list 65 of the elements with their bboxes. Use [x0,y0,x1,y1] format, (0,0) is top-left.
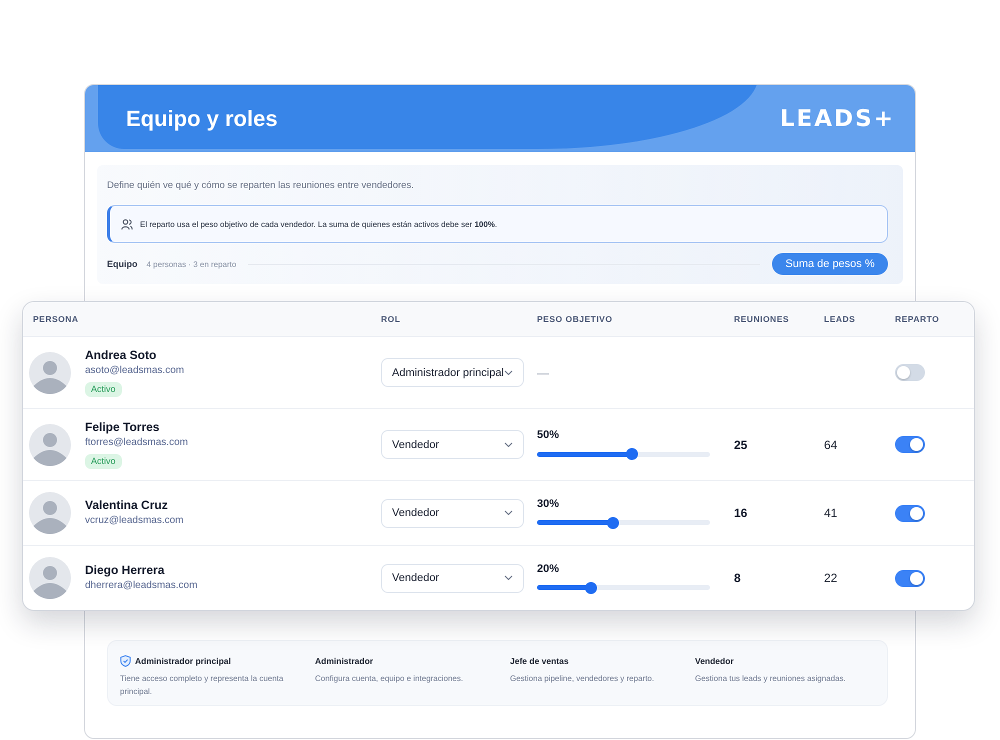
column-header: LEADS [824,314,856,324]
sum-weights-button[interactable]: Suma de pesos % [772,253,888,275]
person-email: dherrera@leadsmas.com [85,579,198,593]
avatar-icon [29,492,71,534]
slider-thumb[interactable] [607,516,620,528]
toggle-switch[interactable] [895,504,925,522]
column-header: ROL [381,314,400,324]
meetings-count: 25 [734,438,748,452]
toggle-switch[interactable] [895,436,925,453]
person-email: ftorres@leadsmas.com [85,436,188,450]
column-header: PESO OBJETIVO [537,314,612,324]
people-icon [121,218,133,230]
role-select[interactable]: Administrador principal [381,358,524,387]
role-title: Jefe de ventas [510,656,569,666]
column-header: PERSONA [33,314,79,324]
role-title: Vendedor [695,656,734,666]
leads-count: 64 [824,438,838,452]
slider-thumb[interactable] [584,582,597,594]
toggle-switch[interactable] [895,570,925,586]
role-title: Administrador principal [135,656,231,666]
person-name: Valentina Cruz [85,498,168,513]
team-label: Equipo [107,259,138,269]
column-header: REPARTO [895,314,940,324]
team-summary: 4 personas · 3 en reparto [146,260,236,268]
chevron-icon [504,510,513,516]
weight-slider[interactable] [537,448,710,460]
status-badge: Activo [85,454,122,469]
notice-text: El reparto usa el peso objetivo de cada vendedor. La suma de quienes están activos debe ser 100%. [140,220,498,228]
status-badge: Activo [85,382,122,397]
person-name: Diego Herrera [85,563,164,578]
weight-value: 20% [537,562,560,576]
description-text: Define quién ve qué y cómo se reparten las reuniones entre vendedores. [107,179,415,193]
weight-slider[interactable] [537,582,710,594]
avatar-icon [29,424,71,466]
person-email: vcruz@leadsmas.com [85,514,184,528]
role-select[interactable]: Vendedor [381,430,524,459]
weight-value: 30% [537,498,560,510]
chevron-icon [504,575,513,581]
weight-dash: — [537,366,549,380]
brand-logo: LEADS+ [780,106,895,132]
toggle-switch[interactable] [895,364,925,381]
meetings-count: 16 [734,506,748,520]
person-email: asoto@leadsmas.com [85,364,184,378]
leads-count: 22 [824,571,838,585]
leads-count: 41 [824,506,838,520]
column-header: REUNIONES [734,314,790,324]
role-title: Administrador [315,656,374,666]
weight-value: 50% [537,429,560,442]
role-description: Tiene acceso completo y representa la cuenta principal. [120,673,284,698]
chevron-icon [504,442,513,448]
role-select[interactable]: Vendedor [381,498,524,528]
page-title: Equipo y roles [126,106,278,132]
person-name: Felipe Torres [85,420,160,435]
role-select[interactable]: Vendedor [381,564,524,592]
weight-slider[interactable] [537,516,710,528]
role-description: Configura cuenta, equipo e integraciones. [315,673,464,685]
meetings-count: 8 [734,571,741,585]
avatar-icon [29,352,71,394]
person-name: Andrea Soto [85,348,156,363]
shield-icon [120,655,131,667]
role-description: Gestiona pipeline, vendedores y reparto. [510,673,656,685]
slider-thumb[interactable] [626,448,638,460]
chevron-icon [504,370,513,376]
role-description: Gestiona tus leads y reuniones asignadas. [695,673,847,685]
avatar-icon [29,557,71,599]
